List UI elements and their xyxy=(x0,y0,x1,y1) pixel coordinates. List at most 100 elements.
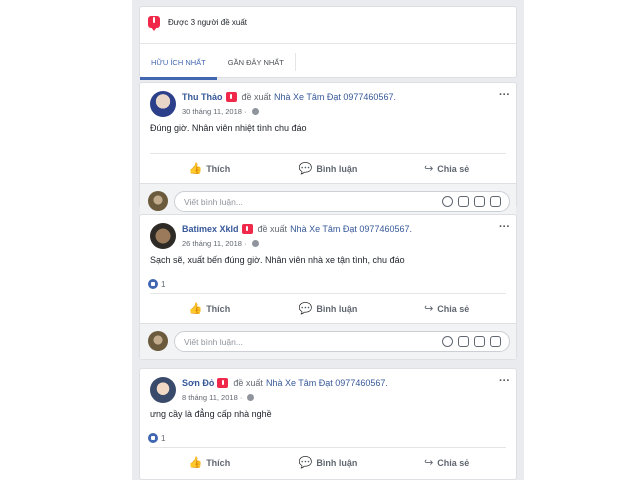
share-label: Chia sẻ xyxy=(437,163,470,174)
author-avatar[interactable] xyxy=(150,377,176,403)
recommend-verb: đề xuất xyxy=(233,378,263,388)
recommend-icon xyxy=(241,224,253,234)
page-link[interactable]: Nhà Xe Tâm Đạt 0977460567. xyxy=(290,224,412,234)
speech-bubble-icon: 💬 xyxy=(298,163,313,175)
recommend-icon xyxy=(225,92,237,102)
author-name[interactable]: Thu Thảo xyxy=(182,92,223,102)
recommend-icon xyxy=(148,16,160,31)
comment-placeholder: Viết bình luận... xyxy=(184,196,243,207)
thumbs-up-icon: 👍 xyxy=(188,163,203,175)
composer-icons xyxy=(442,336,501,347)
post-actions: 👍 Thích 💬 Bình luận ↪ Chia sẻ xyxy=(150,293,506,323)
comment-button[interactable]: 💬 Bình luận xyxy=(269,162,388,175)
sticker-icon[interactable] xyxy=(490,196,501,207)
share-arrow-icon: ↪ xyxy=(424,163,434,175)
current-user-avatar xyxy=(148,331,168,351)
more-options-icon[interactable]: ··· xyxy=(499,221,510,233)
post-date[interactable]: 8 tháng 11, 2018 · xyxy=(182,393,242,402)
emoji-icon[interactable] xyxy=(442,196,453,207)
more-options-icon[interactable]: ··· xyxy=(499,375,510,387)
share-label: Chia sẻ xyxy=(437,303,470,314)
comment-label: Bình luận xyxy=(316,163,358,174)
like-label: Thích xyxy=(206,457,231,468)
post-date[interactable]: 30 tháng 11, 2018 · xyxy=(182,107,247,116)
sticker-icon[interactable] xyxy=(490,336,501,347)
post-header: Sơn Đỏ đề xuất Nhà Xe Tâm Đạt 0977460567… xyxy=(140,369,516,409)
page-link[interactable]: Nhà Xe Tâm Đạt 0977460567. xyxy=(266,378,388,388)
post-text: Đúng giờ. Nhân viên nhiệt tình chu đáo xyxy=(150,123,307,133)
author-name[interactable]: Batimex Xkld xyxy=(182,224,239,234)
recommend-verb: đề xuất xyxy=(241,92,272,102)
share-button[interactable]: ↪ Chia sẻ xyxy=(387,302,506,315)
like-button[interactable]: 👍 Thích xyxy=(150,302,269,315)
post-header: Batimex Xkld đề xuất Nhà Xe Tâm Đạt 0977… xyxy=(140,215,516,255)
camera-icon[interactable] xyxy=(458,336,469,347)
more-options-icon[interactable]: ··· xyxy=(499,89,510,101)
reaction-summary[interactable]: 1 xyxy=(140,429,516,447)
comment-label: Bình luận xyxy=(316,303,358,314)
reaction-count: 1 xyxy=(161,279,166,289)
speech-bubble-icon: 💬 xyxy=(298,303,313,315)
share-button[interactable]: ↪ Chia sẻ xyxy=(387,162,506,175)
share-button[interactable]: ↪ Chia sẻ xyxy=(387,456,506,469)
share-arrow-icon: ↪ xyxy=(424,457,434,469)
author-line: Sơn Đỏ đề xuất Nhà Xe Tâm Đạt 0977460567… xyxy=(182,378,388,388)
thumbs-up-icon: 👍 xyxy=(188,457,203,469)
recommendation-count-row: Được 3 người đề xuất xyxy=(140,7,516,37)
author-name[interactable]: Sơn Đỏ xyxy=(182,378,214,388)
comment-button[interactable]: 💬 Bình luận xyxy=(269,456,388,469)
recommendation-count: Được 3 người đề xuất xyxy=(168,17,248,27)
post-card: Batimex Xkld đề xuất Nhà Xe Tâm Đạt 0977… xyxy=(139,214,517,360)
comment-button[interactable]: 💬 Bình luận xyxy=(269,302,388,315)
recommend-icon xyxy=(217,378,229,388)
recommendations-header: Được 3 người đề xuất HỮU ÍCH NHẤT GẦN ĐÂ… xyxy=(139,6,517,80)
author-avatar[interactable] xyxy=(150,91,176,117)
gif-icon[interactable] xyxy=(474,196,485,207)
share-arrow-icon: ↪ xyxy=(424,303,434,315)
globe-icon xyxy=(251,108,259,115)
tab-most-recent[interactable]: GẦN ĐÂY NHẤT xyxy=(217,44,295,80)
reaction-summary[interactable]: 1 xyxy=(140,275,516,293)
tab-most-helpful[interactable]: HỮU ÍCH NHẤT xyxy=(140,44,217,80)
post-text: Sạch sẽ, xuất bến đúng giờ. Nhân viên nh… xyxy=(150,255,405,265)
share-label: Chia sẻ xyxy=(437,457,470,468)
post-date-row: 8 tháng 11, 2018 · xyxy=(182,393,255,402)
post-date-row: 26 tháng 11, 2018 · xyxy=(182,239,259,248)
camera-icon[interactable] xyxy=(458,196,469,207)
sort-tabs: HỮU ÍCH NHẤT GẦN ĐÂY NHẤT xyxy=(140,43,516,80)
reaction-count: 1 xyxy=(161,433,166,443)
author-avatar[interactable] xyxy=(150,223,176,249)
post-actions: 👍 Thích 💬 Bình luận ↪ Chia sẻ xyxy=(150,447,506,477)
globe-icon xyxy=(247,394,255,401)
current-user-avatar xyxy=(148,191,168,211)
thumbs-up-icon: 👍 xyxy=(188,303,203,315)
globe-icon xyxy=(251,240,259,247)
post-actions: 👍 Thích 💬 Bình luận ↪ Chia sẻ xyxy=(150,153,506,183)
post-header: Thu Thảo đề xuất Nhà Xe Tâm Đạt 09774605… xyxy=(140,83,516,123)
like-label: Thích xyxy=(206,303,231,314)
like-button[interactable]: 👍 Thích xyxy=(150,456,269,469)
post-card: Thu Thảo đề xuất Nhà Xe Tâm Đạt 09774605… xyxy=(139,82,517,219)
like-label: Thích xyxy=(206,163,231,174)
comment-input[interactable]: Viết bình luận... xyxy=(174,191,510,212)
gif-icon[interactable] xyxy=(474,336,485,347)
like-reaction-icon xyxy=(148,279,158,289)
recommend-verb: đề xuất xyxy=(257,224,288,234)
post-card: Sơn Đỏ đề xuất Nhà Xe Tâm Đạt 0977460567… xyxy=(139,368,517,480)
post-date[interactable]: 26 tháng 11, 2018 · xyxy=(182,239,247,248)
comment-composer: Viết bình luận... xyxy=(140,323,516,359)
tab-divider xyxy=(294,52,296,71)
like-button[interactable]: 👍 Thích xyxy=(150,162,269,175)
author-line: Thu Thảo đề xuất Nhà Xe Tâm Đạt 09774605… xyxy=(182,92,396,102)
composer-icons xyxy=(442,196,501,207)
emoji-icon[interactable] xyxy=(442,336,453,347)
author-line: Batimex Xkld đề xuất Nhà Xe Tâm Đạt 0977… xyxy=(182,224,412,234)
speech-bubble-icon: 💬 xyxy=(298,457,313,469)
comment-placeholder: Viết bình luận... xyxy=(184,336,243,347)
post-date-row: 30 tháng 11, 2018 · xyxy=(182,107,259,116)
page-link[interactable]: Nhà Xe Tâm Đạt 0977460567. xyxy=(274,92,396,102)
comment-input[interactable]: Viết bình luận... xyxy=(174,331,510,352)
like-reaction-icon xyxy=(148,433,158,443)
post-text: ưng cầy là đẳng cấp nhà nghề xyxy=(150,409,272,419)
comment-label: Bình luận xyxy=(316,457,358,468)
